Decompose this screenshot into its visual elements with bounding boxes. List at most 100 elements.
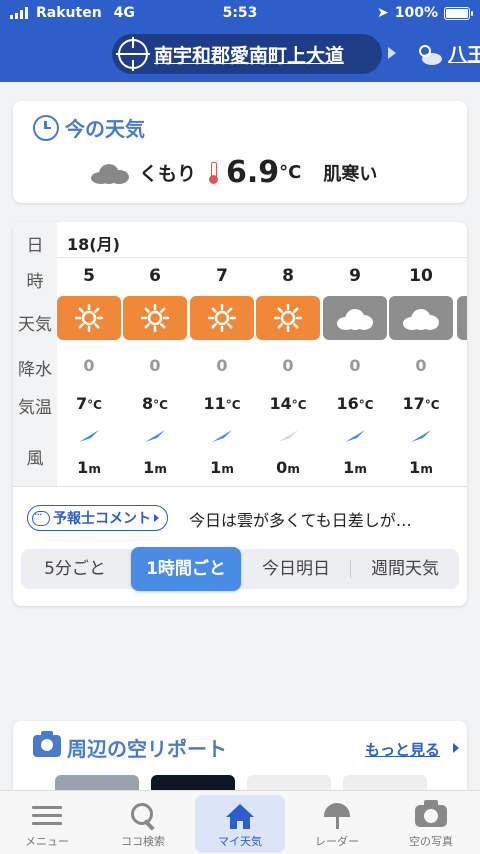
wind-number: 1 <box>77 458 89 477</box>
nav-radar[interactable]: レーダー <box>292 795 382 853</box>
temp-value: 16°C <box>323 394 387 413</box>
temp-number: 11 <box>203 394 226 413</box>
interval-tabs: 5分ごと 1時間ごと 今日明日 週間天気 <box>21 547 459 591</box>
sun-icon <box>141 304 169 332</box>
label-weather: 天気 <box>18 315 52 335</box>
see-more-link[interactable]: もっと見る <box>365 739 440 760</box>
nav-my-weather[interactable]: マイ天気 <box>195 795 285 853</box>
temp-unit: °C <box>291 398 307 412</box>
tab-5min[interactable]: 5分ごと <box>21 549 129 589</box>
hour-label: 7 <box>216 266 228 286</box>
label-date: 日 <box>26 236 44 256</box>
tab-hourly[interactable]: 1時間ごと <box>131 547 241 591</box>
temp-unit: °C <box>424 398 440 412</box>
nav-menu[interactable]: メニュー <box>2 795 92 853</box>
crosshair-icon <box>116 37 150 71</box>
wind-direction-icon <box>411 430 431 442</box>
label-temp: 気温 <box>18 398 52 418</box>
nav-label: レーダー <box>315 835 359 848</box>
chevron-right-icon <box>154 514 159 522</box>
nav-label: マイ天気 <box>218 835 262 848</box>
hourly-forecast-card: 日 時 天気 降水 気温 風 18(月) 5 0 7°C 1m 6 0 8°C 1m 7 0 11°… <box>13 222 467 606</box>
sky-report-title: 周辺の空リポート <box>67 737 227 761</box>
nav-label: メニュー <box>25 835 69 848</box>
next-hour-peek <box>457 296 467 340</box>
temp-value: 7°C <box>57 394 121 413</box>
next-location-tab[interactable]: 八王 <box>414 40 480 67</box>
battery-icon <box>444 6 473 20</box>
temp-number: 7 <box>76 394 88 413</box>
current-weather-card: 今の天気 くもり 6.9 °C 肌寒い <box>13 101 467 203</box>
current-temp: 6.9 <box>226 155 280 190</box>
nav-label: 空の写真 <box>409 835 453 848</box>
cloud-icon <box>403 308 439 330</box>
sun-icon <box>75 304 103 332</box>
camera-icon <box>33 731 61 757</box>
hour-label: 9 <box>349 266 361 286</box>
clock-time: 5:53 <box>222 5 258 21</box>
status-bar: Rakuten 4G 5:53 ➤ 100% <box>0 0 480 26</box>
comment-button-label: 予報士コメント <box>53 511 151 527</box>
temp-number: 14 <box>269 394 292 413</box>
app-header: Rakuten 4G 5:53 ➤ 100% 南宇和郡愛南町上大道 八王 <box>0 0 480 82</box>
hour-label: 5 <box>83 266 95 286</box>
clock-icon <box>33 114 59 141</box>
battery-percent: 100% <box>394 5 438 21</box>
sun-icon <box>274 304 302 332</box>
carrier-label: Rakuten <box>36 5 102 21</box>
weather-icon-box <box>57 296 121 340</box>
wind-number: 1 <box>143 458 155 477</box>
rain-value: 0 <box>282 356 294 375</box>
weather-icon-box <box>323 296 387 340</box>
temp-unit: °C <box>225 398 241 412</box>
wind-unit: m <box>287 462 300 476</box>
search-icon <box>127 801 159 831</box>
wind-unit: m <box>354 462 367 476</box>
wind-unit: m <box>420 462 433 476</box>
wind-value: 1m <box>323 458 387 477</box>
rain-value: 0 <box>83 356 95 375</box>
wind-value: 1m <box>389 458 453 477</box>
chevron-right-icon <box>453 743 459 753</box>
temp-number: 8 <box>142 394 154 413</box>
signal-icon <box>10 7 28 19</box>
speech-bubble-icon <box>32 508 50 526</box>
tab-today-tomorrow[interactable]: 今日明日 <box>243 549 349 589</box>
forecaster-comment-button[interactable]: 予報士コメント <box>27 505 168 531</box>
label-hour: 時 <box>26 272 44 292</box>
location-selector[interactable]: 南宇和郡愛南町上大道 <box>112 34 382 74</box>
wind-direction-icon <box>145 430 165 442</box>
temp-number: 16 <box>336 394 359 413</box>
weather-icon-box <box>190 296 254 340</box>
wind-number: 0 <box>276 458 288 477</box>
current-temp-unit: °C <box>279 162 302 183</box>
hour-label: 8 <box>282 266 294 286</box>
bottom-nav: メニュー ココ検索 マイ天気 レーダー 空の写真 <box>0 790 480 854</box>
wind-value: 1m <box>57 458 121 477</box>
rain-value: 0 <box>349 356 361 375</box>
location-arrow-icon: ➤ <box>377 5 389 21</box>
wind-direction-icon <box>79 430 99 442</box>
wind-number: 1 <box>343 458 355 477</box>
next-arrow-icon[interactable] <box>388 47 396 59</box>
wind-unit: m <box>154 462 167 476</box>
menu-icon <box>31 801 63 831</box>
wind-direction-icon <box>278 430 298 442</box>
wind-direction-icon <box>345 430 365 442</box>
camera-icon <box>415 800 447 827</box>
home-icon <box>226 804 254 829</box>
current-condition: くもり <box>139 163 197 185</box>
nav-sky-photos[interactable]: 空の写真 <box>386 795 476 853</box>
date-row: 18(月) <box>57 222 467 258</box>
wind-unit: m <box>221 462 234 476</box>
sun-icon <box>208 304 236 332</box>
wind-value: 1m <box>190 458 254 477</box>
comment-text[interactable]: 今日は雲が多くても日差しが… <box>189 507 459 531</box>
nav-search[interactable]: ココ検索 <box>98 795 188 853</box>
temp-value: 14°C <box>256 394 320 413</box>
weather-icon-box <box>123 296 187 340</box>
forecast-date: 18(月) <box>67 235 120 254</box>
tab-weekly[interactable]: 週間天気 <box>351 549 459 589</box>
wind-direction-icon <box>212 430 232 442</box>
rain-value: 0 <box>415 356 427 375</box>
